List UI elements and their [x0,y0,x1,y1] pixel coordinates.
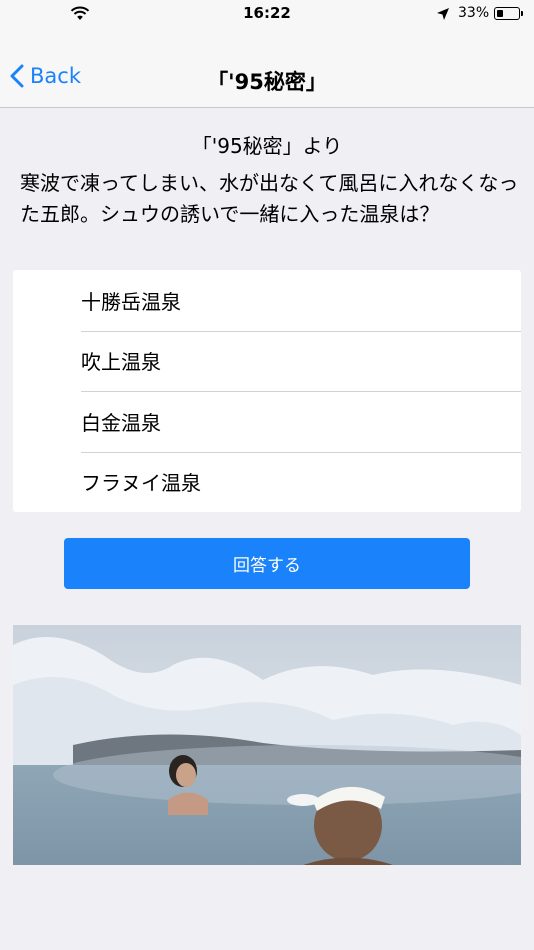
quiz-source: 「'95秘密」より [191,134,343,158]
bottom-area [0,880,534,950]
navigation-bar: Back 「'95秘密」 [0,28,534,108]
answer-button[interactable]: 回答する [64,538,470,589]
scene-photo [13,625,521,865]
location-icon [436,6,450,25]
battery-level [496,9,504,17]
battery-icon [494,7,523,20]
choice-item[interactable]: 白金温泉 [13,391,521,452]
status-time: 16:22 [243,4,291,22]
choice-list: 十勝岳温泉 吹上温泉 白金温泉 フラヌイ温泉 [13,270,521,512]
quiz-content: 「'95秘密」より 寒波で凍ってしまい、水が出なくて風呂に入れなくなった五郎。シ… [0,108,534,880]
quiz-question: 寒波で凍ってしまい、水が出なくて風呂に入れなくなった五郎。シュウの誘いで一緒に入… [20,171,519,226]
choice-item[interactable]: フラヌイ温泉 [13,451,521,513]
choice-item[interactable]: 吹上温泉 [13,330,521,392]
choice-item[interactable]: 十勝岳温泉 [13,270,521,331]
status-bar: 16:22 33% [0,0,534,28]
page-title: 「'95秘密」 [207,70,327,94]
battery-percent: 33% [458,5,490,21]
